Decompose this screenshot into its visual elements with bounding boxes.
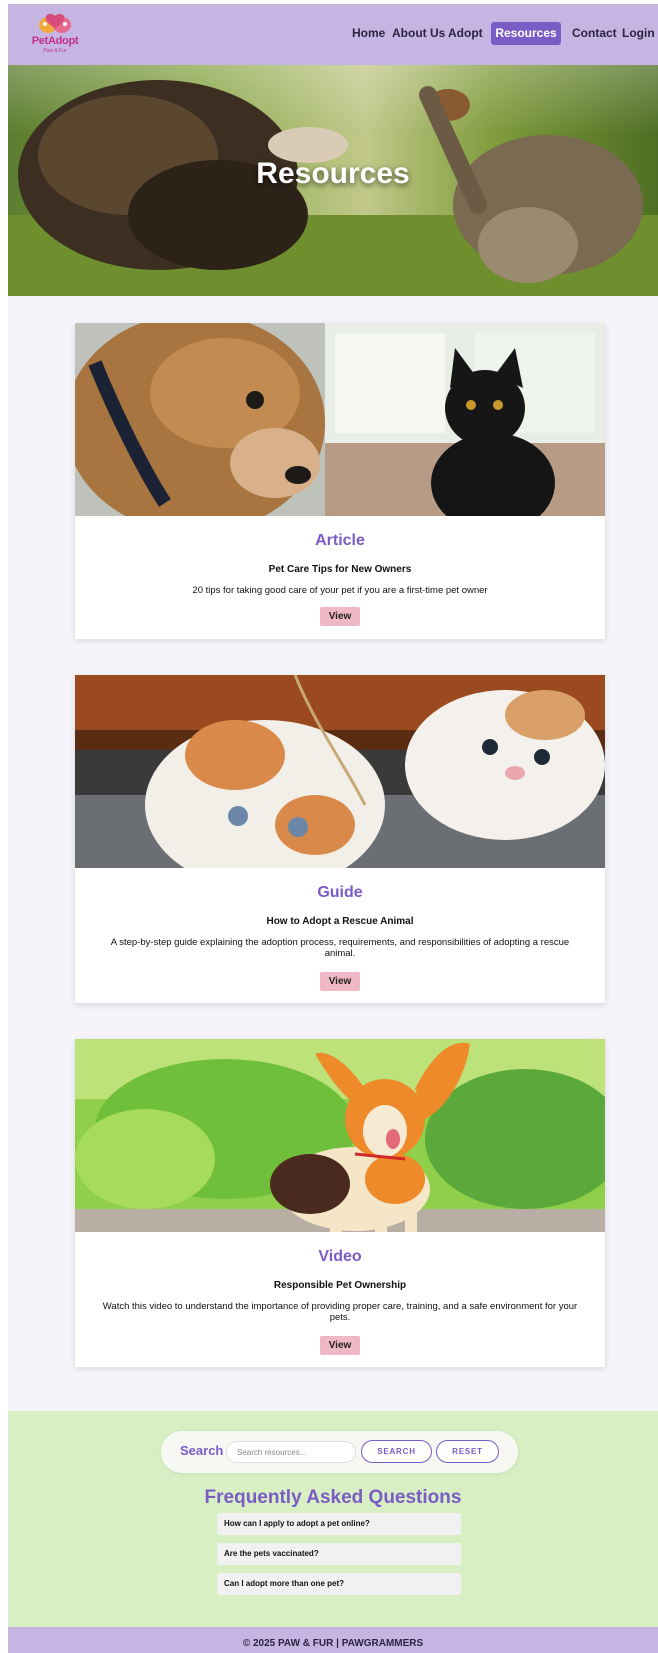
site-logo[interactable]: PetAdopt Paw & Fur xyxy=(24,12,86,58)
copyright-footer: © 2025 PAW & FUR | PAWGRAMMERS xyxy=(8,1627,658,1653)
search-bar: Search SEARCH RESET xyxy=(161,1431,518,1473)
resource-card-article: Article Pet Care Tips for New Owners 20 … xyxy=(75,323,605,639)
faq-item[interactable]: Can I adopt more than one pet? xyxy=(217,1573,461,1595)
nav-link-adopt[interactable]: Adopt xyxy=(448,26,483,40)
faq-item[interactable]: Are the pets vaccinated? xyxy=(217,1543,461,1565)
resource-title: Pet Care Tips for New Owners xyxy=(268,564,412,575)
search-input[interactable] xyxy=(226,1441,356,1463)
nav-link-about-us[interactable]: About Us xyxy=(392,26,445,40)
nav-link-login[interactable]: Login xyxy=(622,26,655,40)
hero-banner: Resources xyxy=(8,65,658,296)
top-navbar: PetAdopt Paw & Fur Home About Us Adopt R… xyxy=(8,4,658,65)
resource-title: Responsible Pet Ownership xyxy=(273,1280,407,1291)
search-button[interactable]: SEARCH xyxy=(361,1440,432,1463)
resource-card-video: Video Responsible Pet Ownership Watch th… xyxy=(75,1039,605,1367)
logo-tagline: Paw & Fur xyxy=(43,48,67,54)
resource-type: Guide xyxy=(317,884,363,901)
dog-and-black-cat-image xyxy=(75,323,605,516)
card-image xyxy=(75,323,605,516)
kittens-image xyxy=(75,675,605,868)
resource-description: Watch this video to understand the impor… xyxy=(102,1301,578,1323)
nav-link-resources[interactable]: Resources xyxy=(491,22,561,45)
reset-button[interactable]: RESET xyxy=(436,1440,499,1463)
resource-description: A step-by-step guide explaining the adop… xyxy=(110,937,570,959)
nav-link-home[interactable]: Home xyxy=(352,26,385,40)
faq-item[interactable]: How can I apply to adopt a pet online? xyxy=(217,1513,461,1535)
resource-card-guide: Guide How to Adopt a Rescue Animal A ste… xyxy=(75,675,605,1003)
card-image xyxy=(75,675,605,868)
view-button[interactable]: View xyxy=(320,1336,360,1355)
resource-type: Article xyxy=(315,532,365,549)
search-faq-section: Search SEARCH RESET Frequently Asked Que… xyxy=(8,1411,658,1627)
page-title: Resources xyxy=(256,157,410,190)
faq-title: Frequently Asked Questions xyxy=(204,1487,462,1508)
resource-title: How to Adopt a Rescue Animal xyxy=(266,916,414,927)
page: PetAdopt Paw & Fur Home About Us Adopt R… xyxy=(8,4,658,1653)
resource-description: 20 tips for taking good care of your pet… xyxy=(192,585,488,596)
view-button[interactable]: View xyxy=(320,607,360,626)
cartoon-dog-video-thumbnail xyxy=(75,1039,605,1232)
nav-link-contact[interactable]: Contact xyxy=(572,26,617,40)
paw-heart-icon xyxy=(39,13,71,33)
resource-type: Video xyxy=(318,1248,362,1265)
view-button[interactable]: View xyxy=(320,972,360,991)
logo-text: PetAdopt xyxy=(31,35,79,47)
search-label: Search xyxy=(180,1443,224,1458)
card-image xyxy=(75,1039,605,1232)
